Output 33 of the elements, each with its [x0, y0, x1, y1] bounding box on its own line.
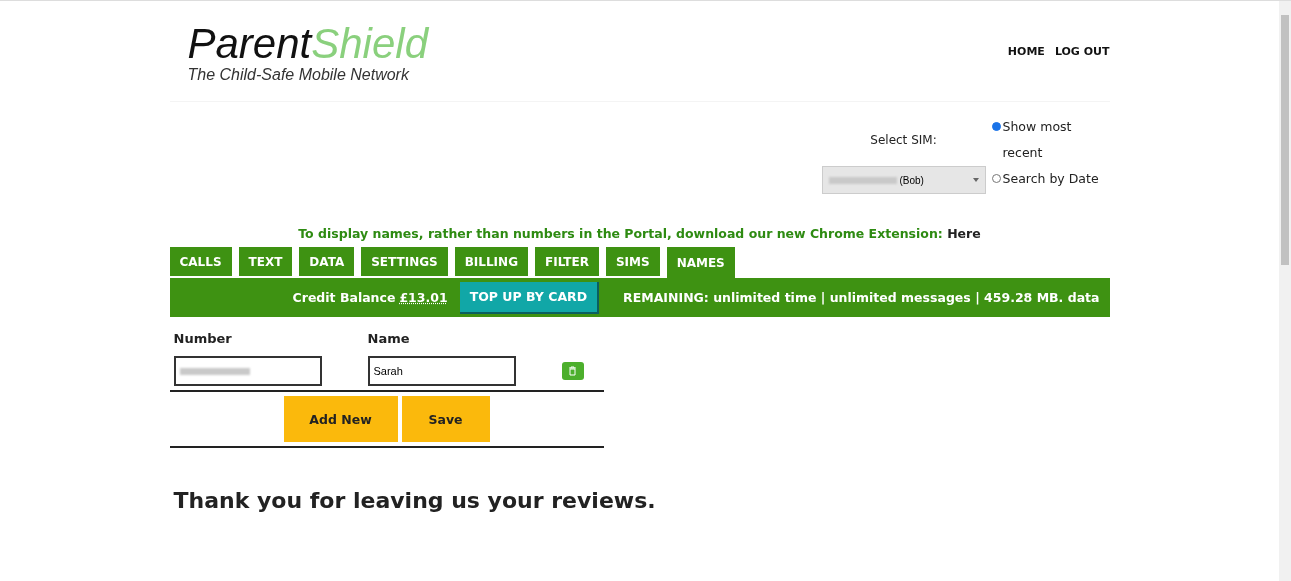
add-new-button[interactable]: Add New — [283, 396, 398, 442]
save-button[interactable]: Save — [401, 396, 490, 442]
tab[interactable]: SETTINGS — [361, 247, 448, 276]
trash-icon — [568, 366, 577, 376]
delete-button[interactable] — [561, 362, 584, 380]
tab[interactable]: TEXT — [238, 247, 293, 276]
here-link[interactable]: Here — [947, 226, 981, 241]
name-field[interactable]: Sarah — [367, 356, 516, 386]
radio-icon[interactable] — [991, 174, 1001, 183]
radio-option[interactable]: Show most recent — [991, 114, 1110, 166]
tab[interactable]: FILTER — [535, 247, 599, 276]
column-header: Name — [367, 331, 411, 346]
logo-wordmark: ParentShield — [187, 22, 428, 66]
tab[interactable]: SIMS — [605, 247, 660, 276]
nav-link[interactable]: HOME — [1007, 44, 1045, 58]
reviews-heading: Thank you for leaving us your reviews. — [173, 488, 657, 513]
extension-notice: To display names, rather than numbers in the Portal, download our new Chrome Extension: Here — [297, 226, 982, 241]
sim-dropdown[interactable]: (Bob) — [821, 166, 986, 194]
caret-icon — [972, 178, 979, 182]
tab[interactable]: BILLING — [454, 247, 528, 276]
radio-option[interactable]: Search by Date — [991, 166, 1110, 192]
remaining-allowance: REMAINING: unlimited time | unlimited messages | 459.28 MB. data — [623, 290, 1100, 305]
select-sim-label: Select SIM: — [870, 133, 937, 147]
scrollbar[interactable] — [1279, 1, 1291, 581]
nav-link[interactable]: LOG OUT — [1054, 44, 1110, 58]
logo-tagline: The Child-Safe Mobile Network — [187, 66, 411, 84]
tab[interactable]: NAMES — [666, 247, 735, 278]
credit-balance: Credit Balance £13.01 — [292, 290, 448, 305]
number-field[interactable] — [173, 356, 322, 386]
tab[interactable]: CALLS — [169, 247, 232, 276]
radio-icon[interactable] — [991, 122, 1001, 131]
column-header: Number — [173, 331, 233, 346]
tab[interactable]: DATA — [299, 247, 355, 276]
